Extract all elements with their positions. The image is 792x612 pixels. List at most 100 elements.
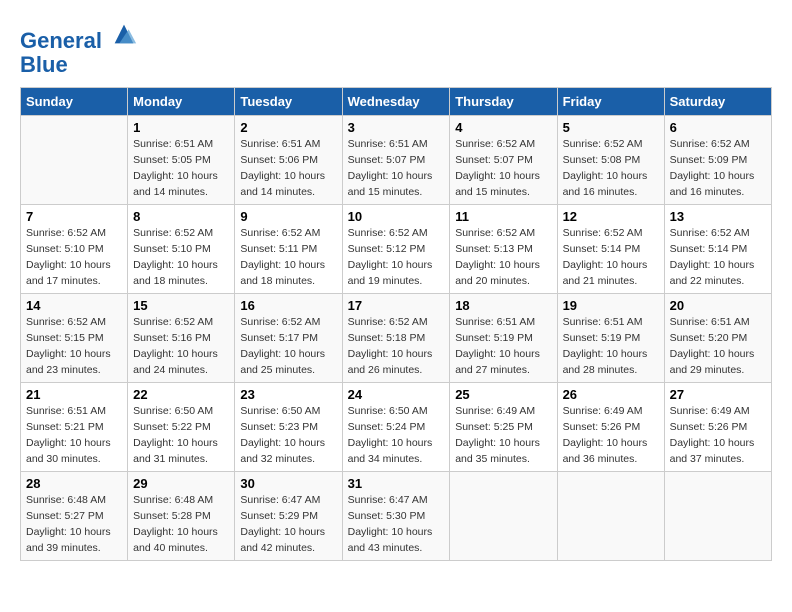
day-number: 19 bbox=[563, 298, 659, 313]
calendar-cell: 22Sunrise: 6:50 AMSunset: 5:22 PMDayligh… bbox=[128, 383, 235, 472]
day-info: Sunrise: 6:49 AMSunset: 5:26 PMDaylight:… bbox=[563, 404, 659, 467]
day-info: Sunrise: 6:52 AMSunset: 5:14 PMDaylight:… bbox=[670, 226, 766, 289]
day-number: 27 bbox=[670, 387, 766, 402]
calendar-cell: 21 Sunrise: 6:51 AMSunset: 5:21 PMDayligh… bbox=[21, 383, 128, 472]
day-number: 23 bbox=[240, 387, 336, 402]
day-number: 31 bbox=[348, 476, 445, 491]
day-info: Sunrise: 6:51 AMSunset: 5:19 PMDaylight:… bbox=[455, 315, 551, 378]
weekday-header-saturday: Saturday bbox=[664, 88, 771, 116]
calendar-cell: 23 Sunrise: 6:50 AMSunset: 5:23 PMDayligh… bbox=[235, 383, 342, 472]
week-row-1: 1 Sunrise: 6:51 AMSunset: 5:05 PMDaylight… bbox=[21, 116, 772, 205]
day-info: Sunrise: 6:51 AMSunset: 5:19 PMDaylight:… bbox=[563, 315, 659, 378]
day-info: Sunrise: 6:52 AMSunset: 5:16 PMDaylight:… bbox=[133, 315, 229, 378]
day-number: 11 bbox=[455, 209, 551, 224]
weekday-header-row: SundayMondayTuesdayWednesdayThursdayFrid… bbox=[21, 88, 772, 116]
day-number: 2 bbox=[240, 120, 336, 135]
day-info: Sunrise: 6:51 AMSunset: 5:06 PMDaylight:… bbox=[240, 137, 336, 200]
day-number: 1 bbox=[133, 120, 229, 135]
calendar-cell bbox=[664, 472, 771, 561]
calendar-cell: 26Sunrise: 6:49 AMSunset: 5:26 PMDayligh… bbox=[557, 383, 664, 472]
day-info: Sunrise: 6:52 AMSunset: 5:07 PMDaylight:… bbox=[455, 137, 551, 200]
week-row-3: 14 Sunrise: 6:52 AMSunset: 5:15 PMDayligh… bbox=[21, 294, 772, 383]
day-number: 3 bbox=[348, 120, 445, 135]
day-number: 10 bbox=[348, 209, 445, 224]
calendar-cell: 14 Sunrise: 6:52 AMSunset: 5:15 PMDayligh… bbox=[21, 294, 128, 383]
logo-blue: Blue bbox=[20, 52, 68, 77]
day-number: 14 bbox=[26, 298, 122, 313]
day-number: 8 bbox=[133, 209, 229, 224]
calendar-cell: 7 Sunrise: 6:52 AMSunset: 5:10 PMDaylight… bbox=[21, 205, 128, 294]
day-number: 7 bbox=[26, 209, 122, 224]
day-info: Sunrise: 6:47 AMSunset: 5:30 PMDaylight:… bbox=[348, 493, 445, 556]
day-number: 20 bbox=[670, 298, 766, 313]
calendar-cell: 6Sunrise: 6:52 AMSunset: 5:09 PMDaylight… bbox=[664, 116, 771, 205]
calendar-cell: 28Sunrise: 6:48 AMSunset: 5:27 PMDayligh… bbox=[21, 472, 128, 561]
day-number: 25 bbox=[455, 387, 551, 402]
day-info: Sunrise: 6:52 AMSunset: 5:11 PMDaylight:… bbox=[240, 226, 336, 289]
calendar-cell: 24 Sunrise: 6:50 AMSunset: 5:24 PMDayligh… bbox=[342, 383, 450, 472]
calendar-cell bbox=[21, 116, 128, 205]
weekday-header-monday: Monday bbox=[128, 88, 235, 116]
day-info: Sunrise: 6:49 AMSunset: 5:25 PMDaylight:… bbox=[455, 404, 551, 467]
calendar-cell: 2 Sunrise: 6:51 AMSunset: 5:06 PMDaylight… bbox=[235, 116, 342, 205]
logo-general: General bbox=[20, 28, 102, 53]
day-info: Sunrise: 6:50 AMSunset: 5:22 PMDaylight:… bbox=[133, 404, 229, 467]
calendar-cell bbox=[450, 472, 557, 561]
calendar-cell: 18 Sunrise: 6:51 AMSunset: 5:19 PMDayligh… bbox=[450, 294, 557, 383]
calendar-cell: 20 Sunrise: 6:51 AMSunset: 5:20 PMDayligh… bbox=[664, 294, 771, 383]
calendar-cell: 16 Sunrise: 6:52 AMSunset: 5:17 PMDayligh… bbox=[235, 294, 342, 383]
day-number: 24 bbox=[348, 387, 445, 402]
day-number: 15 bbox=[133, 298, 229, 313]
week-row-4: 21 Sunrise: 6:51 AMSunset: 5:21 PMDayligh… bbox=[21, 383, 772, 472]
day-number: 16 bbox=[240, 298, 336, 313]
day-info: Sunrise: 6:52 AMSunset: 5:08 PMDaylight:… bbox=[563, 137, 659, 200]
day-info: Sunrise: 6:52 AMSunset: 5:13 PMDaylight:… bbox=[455, 226, 551, 289]
calendar-cell: 8 Sunrise: 6:52 AMSunset: 5:10 PMDaylight… bbox=[128, 205, 235, 294]
day-info: Sunrise: 6:51 AMSunset: 5:07 PMDaylight:… bbox=[348, 137, 445, 200]
calendar-cell: 10 Sunrise: 6:52 AMSunset: 5:12 PMDayligh… bbox=[342, 205, 450, 294]
day-info: Sunrise: 6:52 AMSunset: 5:17 PMDaylight:… bbox=[240, 315, 336, 378]
calendar-cell: 3 Sunrise: 6:51 AMSunset: 5:07 PMDaylight… bbox=[342, 116, 450, 205]
calendar-cell: 1 Sunrise: 6:51 AMSunset: 5:05 PMDaylight… bbox=[128, 116, 235, 205]
day-number: 28 bbox=[26, 476, 122, 491]
calendar-cell: 15 Sunrise: 6:52 AMSunset: 5:16 PMDayligh… bbox=[128, 294, 235, 383]
day-info: Sunrise: 6:52 AMSunset: 5:12 PMDaylight:… bbox=[348, 226, 445, 289]
calendar-table: SundayMondayTuesdayWednesdayThursdayFrid… bbox=[20, 87, 772, 561]
calendar-cell: 17 Sunrise: 6:52 AMSunset: 5:18 PMDayligh… bbox=[342, 294, 450, 383]
day-number: 13 bbox=[670, 209, 766, 224]
day-info: Sunrise: 6:52 AMSunset: 5:15 PMDaylight:… bbox=[26, 315, 122, 378]
weekday-header-wednesday: Wednesday bbox=[342, 88, 450, 116]
day-number: 21 bbox=[26, 387, 122, 402]
calendar-cell: 29 Sunrise: 6:48 AMSunset: 5:28 PMDayligh… bbox=[128, 472, 235, 561]
day-info: Sunrise: 6:49 AMSunset: 5:26 PMDaylight:… bbox=[670, 404, 766, 467]
day-number: 17 bbox=[348, 298, 445, 313]
calendar-cell: 27 Sunrise: 6:49 AMSunset: 5:26 PMDayligh… bbox=[664, 383, 771, 472]
page-header: General Blue bbox=[20, 20, 772, 77]
logo: General Blue bbox=[20, 20, 138, 77]
calendar-cell: 30Sunrise: 6:47 AMSunset: 5:29 PMDayligh… bbox=[235, 472, 342, 561]
weekday-header-tuesday: Tuesday bbox=[235, 88, 342, 116]
day-info: Sunrise: 6:51 AMSunset: 5:05 PMDaylight:… bbox=[133, 137, 229, 200]
calendar-cell: 13 Sunrise: 6:52 AMSunset: 5:14 PMDayligh… bbox=[664, 205, 771, 294]
weekday-header-sunday: Sunday bbox=[21, 88, 128, 116]
calendar-cell bbox=[557, 472, 664, 561]
day-number: 29 bbox=[133, 476, 229, 491]
day-info: Sunrise: 6:50 AMSunset: 5:23 PMDaylight:… bbox=[240, 404, 336, 467]
calendar-cell: 31 Sunrise: 6:47 AMSunset: 5:30 PMDayligh… bbox=[342, 472, 450, 561]
week-row-2: 7 Sunrise: 6:52 AMSunset: 5:10 PMDaylight… bbox=[21, 205, 772, 294]
calendar-cell: 11 Sunrise: 6:52 AMSunset: 5:13 PMDayligh… bbox=[450, 205, 557, 294]
day-info: Sunrise: 6:51 AMSunset: 5:20 PMDaylight:… bbox=[670, 315, 766, 378]
day-info: Sunrise: 6:52 AMSunset: 5:09 PMDaylight:… bbox=[670, 137, 766, 200]
day-info: Sunrise: 6:50 AMSunset: 5:24 PMDaylight:… bbox=[348, 404, 445, 467]
day-info: Sunrise: 6:52 AMSunset: 5:10 PMDaylight:… bbox=[133, 226, 229, 289]
day-info: Sunrise: 6:48 AMSunset: 5:28 PMDaylight:… bbox=[133, 493, 229, 556]
day-info: Sunrise: 6:52 AMSunset: 5:18 PMDaylight:… bbox=[348, 315, 445, 378]
week-row-5: 28Sunrise: 6:48 AMSunset: 5:27 PMDayligh… bbox=[21, 472, 772, 561]
day-number: 18 bbox=[455, 298, 551, 313]
day-info: Sunrise: 6:51 AMSunset: 5:21 PMDaylight:… bbox=[26, 404, 122, 467]
weekday-header-thursday: Thursday bbox=[450, 88, 557, 116]
day-number: 5 bbox=[563, 120, 659, 135]
calendar-cell: 25 Sunrise: 6:49 AMSunset: 5:25 PMDayligh… bbox=[450, 383, 557, 472]
day-info: Sunrise: 6:47 AMSunset: 5:29 PMDaylight:… bbox=[240, 493, 336, 556]
day-info: Sunrise: 6:52 AMSunset: 5:10 PMDaylight:… bbox=[26, 226, 122, 289]
